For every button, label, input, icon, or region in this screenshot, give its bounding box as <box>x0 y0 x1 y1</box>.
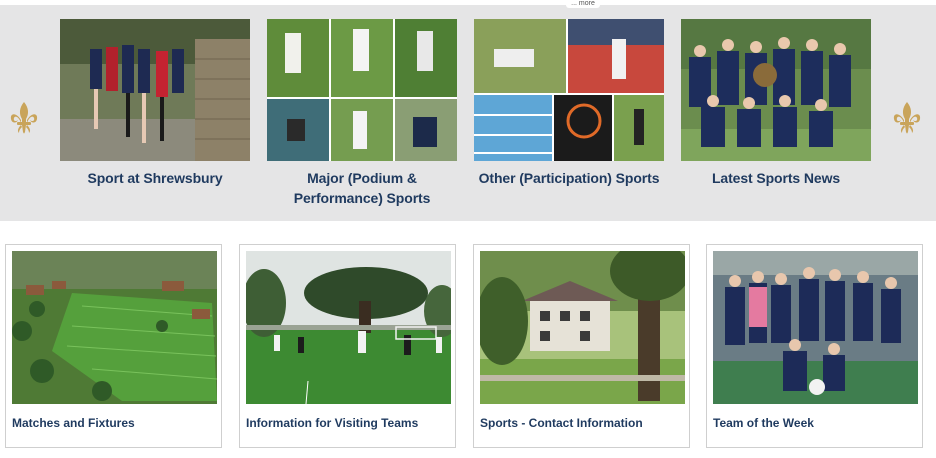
feature-caption[interactable]: Latest Sports News <box>681 168 871 188</box>
more-link[interactable]: ... more <box>566 0 600 8</box>
feature-sport-at-shrewsbury[interactable]: Sport at Shrewsbury <box>60 19 250 188</box>
feature-caption[interactable]: Major (Podium & Performance) Sports <box>267 168 457 208</box>
card-caption[interactable]: Sports - Contact Information <box>480 416 643 430</box>
football-match-photo <box>246 251 451 404</box>
fleur-de-lis-icon <box>892 101 922 135</box>
feature-caption[interactable]: Other (Participation) Sports <box>474 168 664 188</box>
sports-building-photo <box>480 251 685 404</box>
runners-photo <box>60 19 250 161</box>
major-sports-collage <box>267 19 457 161</box>
feature-latest-sports-news[interactable]: Latest Sports News <box>681 19 871 188</box>
card-team-of-the-week[interactable]: Team of the Week <box>706 244 923 448</box>
feature-other-sports[interactable]: Other (Participation) Sports <box>474 19 664 188</box>
team-of-the-week-photo <box>713 251 918 404</box>
aerial-fields-photo <box>12 251 217 404</box>
card-caption[interactable]: Team of the Week <box>713 416 814 430</box>
feature-major-sports[interactable]: Major (Podium & Performance) Sports <box>267 19 457 208</box>
feature-caption[interactable]: Sport at Shrewsbury <box>60 168 250 188</box>
card-matches-and-fixtures[interactable]: Matches and Fixtures <box>5 244 222 448</box>
netball-team-photo <box>681 19 871 161</box>
fleur-de-lis-icon <box>9 101 39 135</box>
other-sports-collage <box>474 19 664 161</box>
card-information-for-visiting-teams[interactable]: Information for Visiting Teams <box>239 244 456 448</box>
card-sports-contact-information[interactable]: Sports - Contact Information <box>473 244 690 448</box>
card-caption[interactable]: Information for Visiting Teams <box>246 416 418 430</box>
card-caption[interactable]: Matches and Fixtures <box>12 416 135 430</box>
featured-sports-band: Sport at Shrewsbury Major (Podium & Perf… <box>0 5 936 221</box>
